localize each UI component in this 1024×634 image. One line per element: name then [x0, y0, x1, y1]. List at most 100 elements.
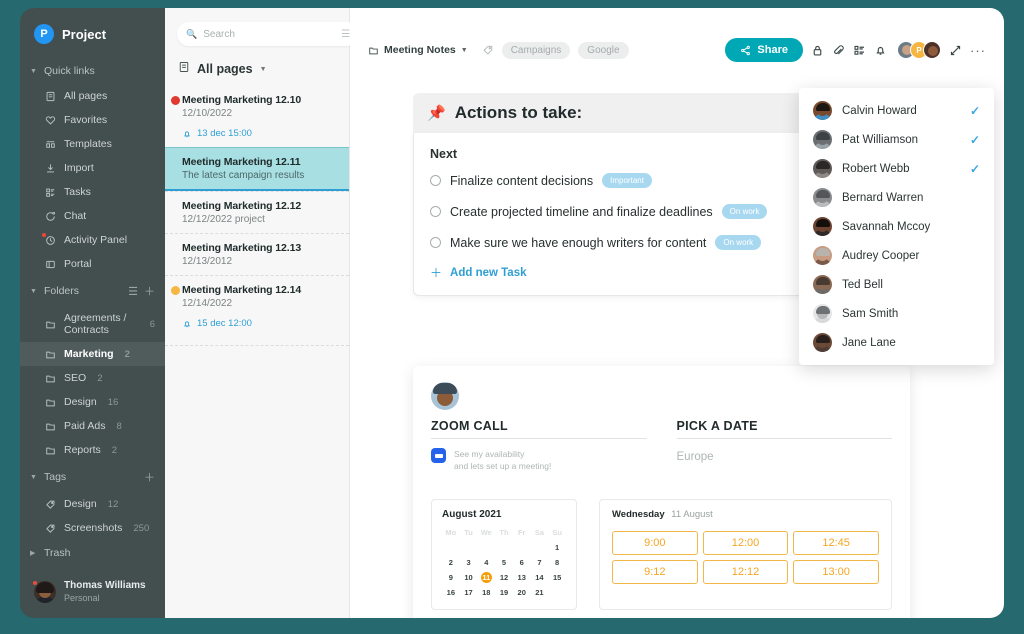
sidebar-item-activity-panel[interactable]: Activity Panel	[20, 228, 165, 252]
breadcrumb[interactable]: Meeting Notes ▼	[368, 44, 468, 56]
date-widgets: August 2021 MoTuWeThFrSaSu12345678910111…	[431, 499, 892, 610]
person-row[interactable]: Savannah Mccoy	[799, 212, 994, 241]
time-slot[interactable]: 12:12	[703, 560, 789, 584]
page-list-item[interactable]: Meeting Marketing 12.12 12/12/2022 proje…	[165, 191, 349, 233]
task-row[interactable]: Create projected timeline and finalize d…	[430, 196, 858, 227]
calendar-day[interactable]: 4	[477, 557, 495, 568]
calendar-day[interactable]: 9	[442, 572, 460, 583]
task-row[interactable]: Make sure we have enough writers for con…	[430, 227, 858, 258]
search-input[interactable]	[203, 29, 335, 40]
sidebar-folder-marketing[interactable]: Marketing 2	[20, 342, 165, 366]
calendar-day[interactable]: 19	[495, 587, 513, 598]
timezone-label[interactable]: Europe	[677, 451, 893, 463]
page-list-item[interactable]: Meeting Marketing 12.11 The latest campa…	[165, 147, 349, 191]
page-list-item[interactable]: Meeting Marketing 12.14 12/14/2022 15 de…	[165, 275, 349, 337]
section-header-quick-links[interactable]: ▼ Quick links	[20, 58, 165, 84]
add-folder-icon[interactable]: ＋	[144, 283, 155, 299]
task-checkbox[interactable]	[430, 237, 441, 248]
time-slot[interactable]: 9:12	[612, 560, 698, 584]
person-row[interactable]: Bernard Warren	[799, 183, 994, 212]
sidebar-item-import[interactable]: Import	[20, 156, 165, 180]
sidebar-item-chat[interactable]: Chat	[20, 204, 165, 228]
tag-chip-google[interactable]: Google	[578, 42, 628, 59]
person-row[interactable]: Calvin Howard ✓	[799, 96, 994, 125]
calendar-day[interactable]: 15	[548, 572, 566, 583]
sidebar-item-tasks[interactable]: Tasks	[20, 180, 165, 204]
calendar-day[interactable]: 8	[548, 557, 566, 568]
sidebar-item-label: Activity Panel	[64, 234, 127, 246]
page-reminder[interactable]: 15 dec 12:00	[182, 318, 337, 329]
share-button[interactable]: Share	[725, 38, 803, 62]
sidebar-item-templates[interactable]: Templates	[20, 132, 165, 156]
calendar-day[interactable]: 14	[531, 572, 549, 583]
calendar-day[interactable]: 5	[495, 557, 513, 568]
search-box[interactable]: 🔍 ☰	[177, 22, 359, 46]
person-row[interactable]: Pat Williamson ✓	[799, 125, 994, 154]
add-new-task-button[interactable]: ＋ Add new Task	[430, 258, 858, 281]
folder-icon	[44, 318, 56, 330]
tag-chip-campaigns[interactable]: Campaigns	[502, 42, 571, 59]
time-slot[interactable]: 12:00	[703, 531, 789, 555]
templates-icon	[44, 138, 56, 150]
bell-icon[interactable]	[874, 44, 887, 57]
calendar-day-selected[interactable]: 11	[477, 572, 495, 583]
calendar-grid[interactable]: MoTuWeThFrSaSu12345678910111213141516171…	[442, 527, 566, 598]
sidebar-folder-label: SEO	[64, 372, 86, 384]
more-horizontal-icon[interactable]: ···	[970, 43, 986, 58]
section-header-folders[interactable]: ▼ Folders ☰ ＋	[20, 276, 165, 306]
sidebar-tag-design[interactable]: Design 12	[20, 492, 165, 516]
page-list-item[interactable]: Meeting Marketing 12.10 12/10/2022 13 de…	[165, 86, 349, 147]
calendar-day[interactable]: 7	[531, 557, 549, 568]
calendar-day[interactable]: 12	[495, 572, 513, 583]
tag-icon[interactable]	[482, 44, 494, 56]
sidebar-folder-seo[interactable]: SEO 2	[20, 366, 165, 390]
grid-icon[interactable]	[853, 44, 866, 57]
time-slot[interactable]: 9:00	[612, 531, 698, 555]
filter-icon[interactable]: ☰	[341, 29, 350, 40]
section-header-tags[interactable]: ▼ Tags ＋	[20, 462, 165, 492]
calendar-day[interactable]: 17	[460, 587, 478, 598]
person-row[interactable]: Sam Smith	[799, 299, 994, 328]
sidebar-item-portal[interactable]: Portal	[20, 252, 165, 276]
calendar-day[interactable]: 13	[513, 572, 531, 583]
calendar-day[interactable]: 21	[531, 587, 549, 598]
sidebar-item-all-pages[interactable]: All pages	[20, 84, 165, 108]
calendar-day[interactable]: 20	[513, 587, 531, 598]
task-checkbox[interactable]	[430, 175, 441, 186]
chevron-down-icon[interactable]: ▼	[260, 66, 267, 73]
sidebar-folder-design[interactable]: Design 16	[20, 390, 165, 414]
page-list-item[interactable]: Meeting Marketing 12.13 12/13/2012	[165, 233, 349, 275]
user-profile[interactable]: Thomas Williams Personal	[20, 580, 165, 604]
avatar	[813, 188, 832, 207]
calendar-day[interactable]: 3	[460, 557, 478, 568]
attachment-icon[interactable]	[832, 44, 845, 57]
section-header-trash[interactable]: ▶ Trash	[20, 540, 165, 566]
all-pages-header[interactable]: All pages ▼	[165, 46, 349, 86]
time-slot[interactable]: 13:00	[793, 560, 879, 584]
calendar-day[interactable]: 1	[548, 542, 566, 553]
person-row[interactable]: Robert Webb ✓	[799, 154, 994, 183]
sidebar-item-favorites[interactable]: Favorites	[20, 108, 165, 132]
calendar-day[interactable]: 10	[460, 572, 478, 583]
calendar-day[interactable]: 18	[477, 587, 495, 598]
task-checkbox[interactable]	[430, 206, 441, 217]
task-row[interactable]: Finalize content decisions Important	[430, 165, 858, 196]
sidebar-folder-agreements-contracts[interactable]: Agreements / Contracts 6	[20, 306, 165, 342]
person-row[interactable]: Audrey Cooper	[799, 241, 994, 270]
calendar-day[interactable]: 6	[513, 557, 531, 568]
person-row[interactable]: Ted Bell	[799, 270, 994, 299]
add-tag-icon[interactable]: ＋	[144, 469, 155, 485]
calendar-day[interactable]: 16	[442, 587, 460, 598]
sidebar-folder-reports[interactable]: Reports 2	[20, 438, 165, 462]
person-row[interactable]: Jane Lane	[799, 328, 994, 357]
sidebar-tag-screenshots[interactable]: Screenshots 250	[20, 516, 165, 540]
calendar-day[interactable]: 2	[442, 557, 460, 568]
sort-folders-icon[interactable]: ☰	[128, 285, 138, 298]
lock-icon[interactable]	[811, 44, 824, 57]
sidebar-folder-paid-ads[interactable]: Paid Ads 8	[20, 414, 165, 438]
expand-icon[interactable]	[949, 44, 962, 57]
brand[interactable]: P Project	[20, 20, 165, 58]
page-reminder[interactable]: 13 dec 15:00	[182, 128, 337, 139]
time-slot[interactable]: 12:45	[793, 531, 879, 555]
collaborator-avatars[interactable]: P	[897, 41, 941, 59]
